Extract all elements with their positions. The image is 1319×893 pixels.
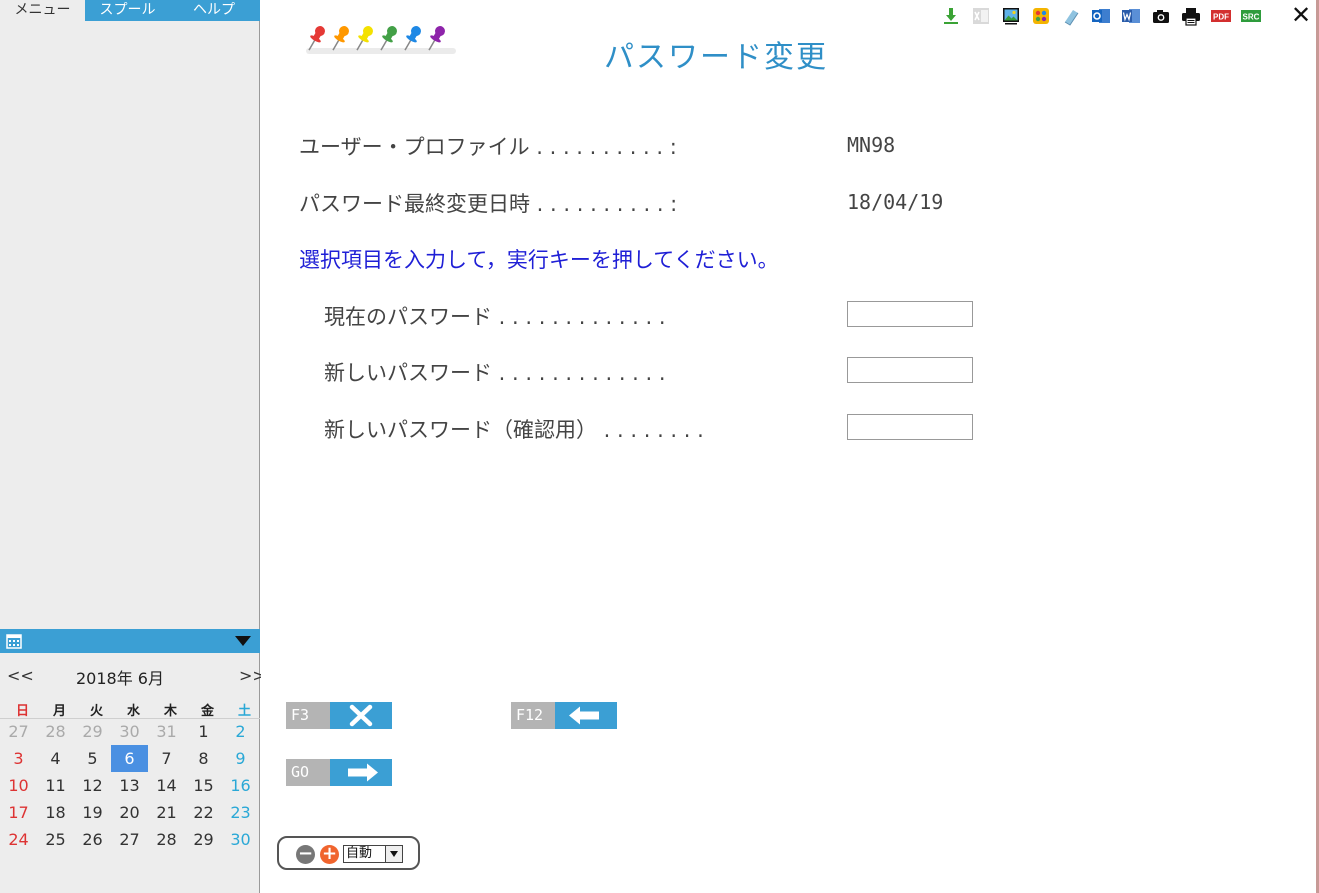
current-password-label: 現在のパスワード . . . . . . . . . . . . . <box>324 305 666 329</box>
calendar-day[interactable]: 31 <box>148 718 185 745</box>
calendar-weekday: 火 <box>89 704 103 719</box>
calendar-day[interactable]: 30 <box>111 718 148 745</box>
calendar-weekday: 金 <box>200 704 214 719</box>
zoom-in-icon[interactable]: + <box>320 845 339 864</box>
calendar-day[interactable]: 6 <box>111 745 148 772</box>
pushpin-logo <box>306 26 456 54</box>
calendar-day[interactable]: 26 <box>74 826 111 853</box>
calendar-day[interactable]: 13 <box>111 772 148 799</box>
calendar-day[interactable]: 9 <box>222 745 259 772</box>
calendar-day[interactable]: 1 <box>185 718 222 745</box>
zoom-control: − + 自動 <box>277 836 420 870</box>
calendar-icon <box>6 634 22 649</box>
profile-label: ユーザー・プロファイル . . . . . . . . . . : <box>299 135 677 159</box>
print-icon[interactable] <box>1181 6 1201 26</box>
sidebar-tabs: メニュー スプール ヘルプ <box>0 0 260 21</box>
go-button[interactable]: GO <box>286 759 392 786</box>
zoom-out-icon[interactable]: − <box>296 845 315 864</box>
last-changed-value: 18/04/19 <box>847 190 944 214</box>
calendar-day[interactable]: 29 <box>185 826 222 853</box>
new-password-field[interactable] <box>847 357 973 383</box>
calendar-weekday: 木 <box>163 704 177 719</box>
f3-exit-button[interactable]: F3 <box>286 702 392 729</box>
new-password-label: 新しいパスワード . . . . . . . . . . . . . <box>324 361 666 385</box>
calendar-collapse-icon[interactable] <box>235 636 251 646</box>
calendar-day[interactable]: 22 <box>185 799 222 826</box>
calendar-day[interactable]: 7 <box>148 745 185 772</box>
calendar-day[interactable]: 15 <box>185 772 222 799</box>
back-arrow-icon <box>555 702 617 729</box>
calendar-day[interactable]: 5 <box>74 745 111 772</box>
pdf-icon[interactable]: PDF <box>1211 6 1231 26</box>
calendar-day[interactable]: 30 <box>222 826 259 853</box>
calendar-day[interactable]: 3 <box>0 745 37 772</box>
calendar-weekday: 日 <box>15 704 29 719</box>
download-icon[interactable] <box>941 6 961 26</box>
confirm-password-field[interactable] <box>847 414 973 440</box>
clipboard-icon[interactable] <box>1061 6 1081 26</box>
word-icon[interactable] <box>1121 6 1141 26</box>
app-window: メニュー スプール ヘルプ << 2018年 6月 >> 日月火水木金土 27 2… <box>0 0 1319 893</box>
calendar-day[interactable]: 4 <box>37 745 74 772</box>
tab-help[interactable]: ヘルプ <box>170 0 258 21</box>
current-password-field[interactable] <box>847 301 973 327</box>
f3-key-label: F3 <box>286 702 330 729</box>
calendar-day[interactable]: 10 <box>0 772 37 799</box>
palette-icon[interactable] <box>1031 6 1051 26</box>
calendar-header <box>0 629 260 653</box>
calendar-day[interactable]: 12 <box>74 772 111 799</box>
confirm-password-label: 新しいパスワード（確認用） . . . . . . . . <box>324 418 704 442</box>
calendar-day[interactable]: 11 <box>37 772 74 799</box>
close-icon[interactable]: ✕ <box>1290 3 1312 27</box>
src-icon[interactable]: SRC <box>1241 6 1261 26</box>
exit-x-icon <box>330 702 392 729</box>
calendar-day[interactable]: 28 <box>148 826 185 853</box>
calendar-day[interactable]: 21 <box>148 799 185 826</box>
calendar-weekday: 水 <box>126 704 140 719</box>
excel-icon[interactable] <box>971 6 991 26</box>
calendar-day[interactable]: 19 <box>74 799 111 826</box>
chevron-down-icon <box>385 846 402 862</box>
src-icon-text: SRC <box>1243 13 1260 22</box>
calendar-day[interactable]: 8 <box>185 745 222 772</box>
calendar-day[interactable]: 20 <box>111 799 148 826</box>
page-title: パスワード変更 <box>604 40 828 75</box>
calendar-day[interactable]: 24 <box>0 826 37 853</box>
calendar-day[interactable]: 25 <box>37 826 74 853</box>
calendar-day[interactable]: 27 <box>0 718 37 745</box>
last-changed-label: パスワード最終変更日時 . . . . . . . . . . : <box>299 192 678 216</box>
tab-menu[interactable]: メニュー <box>0 0 85 21</box>
calendar-weekday: 月 <box>52 704 66 719</box>
f12-key-label: F12 <box>511 702 555 729</box>
go-key-label: GO <box>286 759 330 786</box>
f12-back-button[interactable]: F12 <box>511 702 617 729</box>
profile-value: MN98 <box>847 133 896 157</box>
instruction-text: 選択項目を入力して，実行キーを押してください。 <box>299 248 779 272</box>
calendar-day[interactable]: 16 <box>222 772 259 799</box>
calendar-day[interactable]: 27 <box>111 826 148 853</box>
calendar-day[interactable]: 23 <box>222 799 259 826</box>
left-panel: メニュー スプール ヘルプ << 2018年 6月 >> 日月火水木金土 27 2… <box>0 0 266 893</box>
calendar-day[interactable]: 18 <box>37 799 74 826</box>
outlook-icon[interactable] <box>1091 6 1111 26</box>
calendar-day[interactable]: 2 <box>222 718 259 745</box>
pdf-icon-text: PDF <box>1213 13 1229 22</box>
image-icon[interactable] <box>1001 6 1021 26</box>
calendar-day[interactable]: 29 <box>74 718 111 745</box>
zoom-select[interactable]: 自動 <box>343 845 403 863</box>
calendar-day[interactable]: 14 <box>148 772 185 799</box>
camera-icon[interactable] <box>1151 6 1171 26</box>
calendar-weekday: 土 <box>237 704 251 719</box>
tab-spool[interactable]: スプール <box>85 0 170 21</box>
calendar-month-title: 2018年 6月 <box>76 669 164 688</box>
calendar-day[interactable]: 28 <box>37 718 74 745</box>
calendar-day[interactable]: 17 <box>0 799 37 826</box>
zoom-select-value: 自動 <box>346 846 373 861</box>
forward-arrow-icon <box>330 759 392 786</box>
